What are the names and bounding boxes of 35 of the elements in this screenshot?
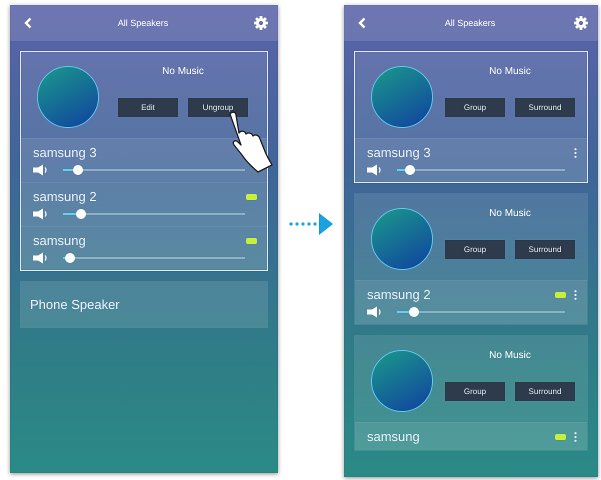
dotted-arrow-icon — [289, 213, 333, 235]
playback-status: No Music — [489, 208, 531, 219]
group-action-button[interactable]: Surround — [515, 382, 575, 401]
more-options-icon[interactable] — [574, 148, 577, 158]
group-action-button[interactable]: Group — [445, 98, 505, 117]
slider-thumb[interactable] — [408, 307, 419, 317]
slider-thumb[interactable] — [405, 165, 416, 175]
settings-icon[interactable] — [574, 16, 588, 30]
back-icon[interactable] — [24, 17, 32, 29]
screen-title: All Speakers — [118, 18, 168, 28]
phone-speaker-item[interactable]: Phone Speaker — [20, 281, 268, 328]
screen-title: All Speakers — [444, 18, 496, 28]
speaker-name: samsung 2 — [33, 189, 98, 204]
group-action-button[interactable]: Group — [445, 240, 505, 259]
speaker-name: samsung 2 — [367, 287, 432, 302]
group-action-button[interactable]: Group — [445, 382, 505, 401]
speaker-name: samsung — [33, 233, 87, 248]
playback-status: No Music — [489, 350, 531, 361]
group-action-button[interactable]: Edit — [118, 98, 178, 117]
group-action-button[interactable]: Ungroup — [188, 98, 248, 117]
more-options-icon[interactable] — [574, 432, 577, 442]
playback-status: No Music — [489, 66, 531, 77]
speaker-name: samsung — [367, 429, 421, 444]
group-action-button[interactable]: Surround — [515, 240, 575, 259]
settings-icon[interactable] — [254, 16, 268, 30]
back-icon[interactable] — [358, 17, 366, 29]
more-options-icon[interactable] — [574, 290, 577, 300]
slider-thumb[interactable] — [76, 209, 86, 219]
slider-thumb[interactable] — [72, 165, 83, 175]
speaker-row[interactable]: samsung 3 — [355, 138, 587, 182]
playback-status: No Music — [162, 66, 204, 77]
group-action-button[interactable]: Surround — [515, 98, 575, 117]
slider-thumb[interactable] — [65, 253, 76, 263]
speaker-name: samsung 3 — [33, 145, 98, 160]
speaker-name: samsung 3 — [367, 145, 432, 160]
